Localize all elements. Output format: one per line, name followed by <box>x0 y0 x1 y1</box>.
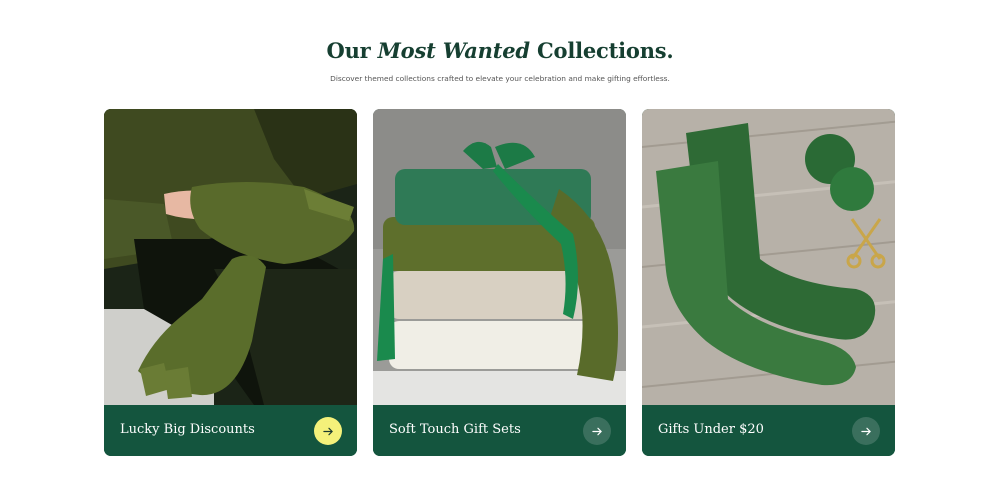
collection-title[interactable]: Lucky Big Discounts <box>120 422 255 437</box>
collection-title[interactable]: Gifts Under $20 <box>658 422 764 437</box>
arrow-right-button[interactable] <box>852 417 880 445</box>
arrow-right-button[interactable] <box>583 417 611 445</box>
collection-image-gloves[interactable] <box>104 109 357 405</box>
collection-image-sweaters[interactable] <box>373 109 626 405</box>
section-heading: Our Most Wanted Collections. <box>0 38 1000 63</box>
collection-card-footer: Gifts Under $20 <box>642 405 895 456</box>
arrow-right-icon <box>322 427 333 435</box>
collection-card-lucky-big-discounts[interactable]: Lucky Big Discounts <box>104 109 357 456</box>
collection-image-socks[interactable] <box>642 109 895 405</box>
heading-text-emphasis: Most Wanted <box>377 38 530 63</box>
heading-text-pre: Our <box>326 38 378 63</box>
section-subtitle: Discover themed collections crafted to e… <box>330 74 670 83</box>
arrow-right-icon <box>860 427 871 435</box>
collection-card-footer: Lucky Big Discounts <box>104 405 357 456</box>
collection-card-soft-touch-gift-sets[interactable]: Soft Touch Gift Sets <box>373 109 626 456</box>
collection-title[interactable]: Soft Touch Gift Sets <box>389 422 521 437</box>
collection-card-footer: Soft Touch Gift Sets <box>373 405 626 456</box>
arrow-right-icon <box>591 427 602 435</box>
arrow-right-button[interactable] <box>314 417 342 445</box>
collection-card-gifts-under-20[interactable]: Gifts Under $20 <box>642 109 895 456</box>
heading-text-post: Collections. <box>529 38 674 63</box>
